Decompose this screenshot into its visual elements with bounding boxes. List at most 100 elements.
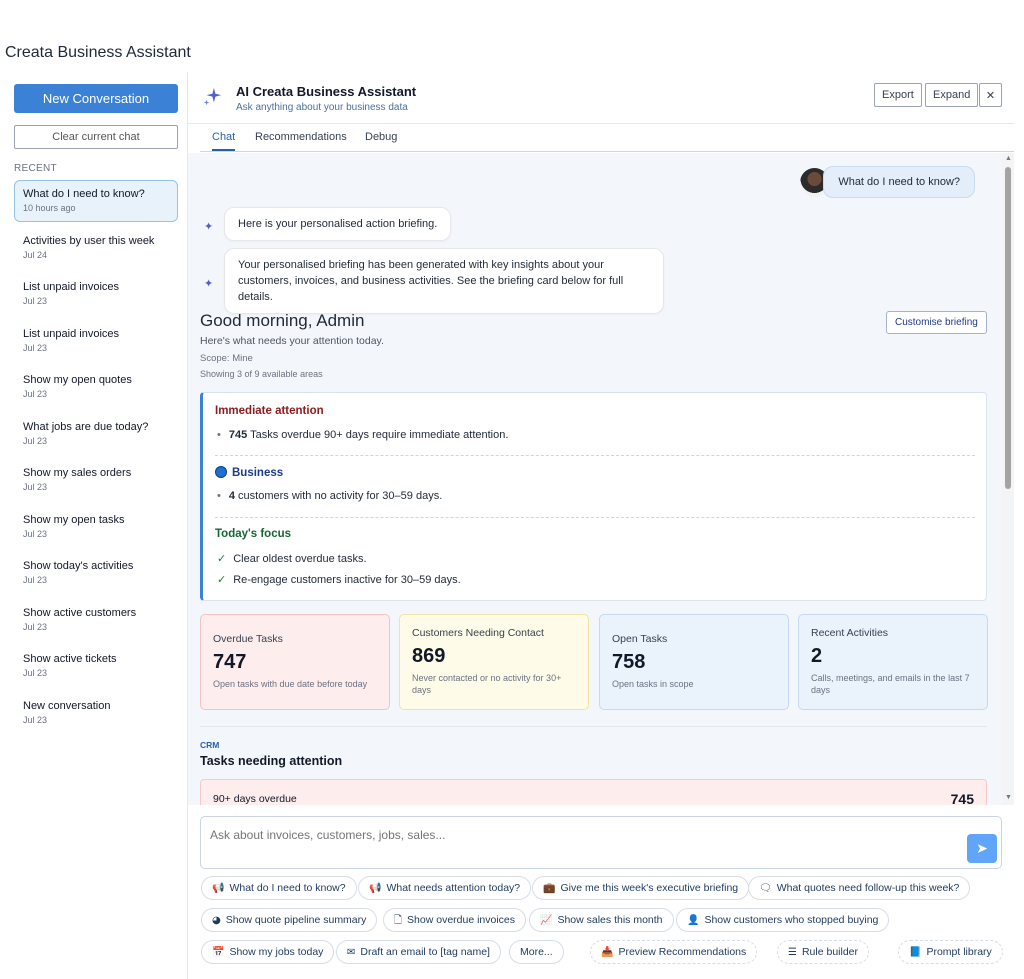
kpi-card-recent-activities[interactable]: Recent Activities 2 Calls, meetings, and… [798,614,988,710]
conversation-item[interactable]: Show my open tasks Jul 23 [14,506,178,553]
scroll-thumb[interactable] [1005,167,1011,489]
kpi-value: 747 [213,651,247,673]
conversation-title: Show today's activities [23,560,134,572]
sidebar: New Conversation Clear current chat RECE… [0,72,188,979]
conversation-item[interactable]: What do I need to know? 10 hours ago [14,180,178,222]
conversation-title: List unpaid invoices [23,327,120,340]
sparkle-icon: ✦ [204,221,214,233]
focus-item-text: Clear oldest overdue tasks. [233,553,367,565]
conversation-item[interactable]: Show active customers Jul 23 [14,599,178,646]
conversation-item[interactable]: What jobs are due today? Jul 23 [14,413,178,460]
conversation-date: 10 hours ago [23,203,76,213]
expand-button[interactable]: Expand [925,83,979,107]
panel-title: AI Creata Business Assistant [236,84,417,99]
conversation-title: List unpaid invoices [23,281,120,293]
conversation-title: What do I need to know? [23,188,145,200]
conversation-item[interactable]: New conversation Jul 23 [14,692,178,739]
sliders-icon: ☰ [788,947,797,958]
business-heading-label: Business [232,467,284,479]
immediate-attention-item: • 745 Tasks overdue 90+ days require imme… [217,429,509,441]
tab-recommendations[interactable]: Recommendations [255,131,347,143]
conversation-title: New conversation [23,699,111,712]
conversation-title: Show my open quotes [23,374,132,386]
conversation-item[interactable]: Show active tickets Jul 23 [14,645,178,692]
focus-item: ✓ Clear oldest overdue tasks. [217,552,367,565]
panel-header: AI Creata Business Assistant Ask anythin… [188,72,1014,124]
conversation-item[interactable]: Show today's activities Jul 23 [14,552,178,599]
chat-bubbles-icon: 🗨 [759,883,772,894]
conversation-date: Jul 23 [23,621,48,632]
kpi-card-overdue-tasks[interactable]: Overdue Tasks 747 Open tasks with due da… [200,614,390,710]
conversation-item[interactable]: Show my sales orders Jul 23 [14,459,178,506]
panel-subtitle: Ask anything about your business data [236,102,408,113]
chip-label: Show sales this month [557,914,663,926]
assistant-message-line: Your personalised briefing has been gene… [238,259,604,271]
rule-builder-button[interactable]: ☰ Rule builder [777,940,870,964]
conversation-date: Jul 23 [23,342,48,353]
conversation-item[interactable]: List unpaid invoices Jul 23 [14,320,178,367]
export-button[interactable]: Export [874,83,922,107]
chip-label: What quotes need follow-up this week? [776,882,960,894]
crm-section-title: Tasks needing attention [200,754,343,768]
envelope-icon: ✉ [347,947,356,958]
immediate-count: 745 [228,429,248,441]
conversation-date: Jul 24 [23,249,48,260]
conversation-title: Show active customers [23,606,137,619]
check-icon: ✓ [217,553,227,565]
inbox-icon: 📥 [601,947,614,958]
megaphone-icon: 📢 [212,883,225,894]
kpi-label: Open Tasks [612,633,668,645]
conversation-item[interactable]: Show my open quotes Jul 23 [14,366,178,413]
preview-recommendations-button[interactable]: 📥 Preview Recommendations [590,940,758,964]
briefing-subtitle: Here's what needs your attention today. [200,335,384,347]
chat-scrollbar[interactable]: ▲ ▼ [1002,153,1014,805]
new-conversation-button[interactable]: New Conversation [14,84,178,113]
user-remove-icon: 👤 [687,915,700,926]
close-icon[interactable]: ✕ [979,83,1002,107]
kpi-card-customers-needing-contact[interactable]: Customers Needing Contact 869 Never cont… [399,614,589,710]
conversation-title: Show my sales orders [23,467,132,479]
more-suggestions-button[interactable]: More... [509,940,564,964]
business-dot-icon [215,466,227,478]
conversation-date: Jul 23 [23,389,48,399]
conversation-item[interactable]: Activities by user this week Jul 24 [14,227,178,274]
suggestion-chip[interactable]: 📅 Show my jobs today [201,940,335,964]
suggestion-chip[interactable]: 💼 Give me this week's executive briefing [532,876,750,900]
suggestion-chip[interactable]: 📈 Show sales this month [529,908,674,932]
megaphone-icon: 📢 [369,883,382,894]
suggestion-chip[interactable]: ◕ Show quote pipeline summary [201,908,378,932]
business-text: customers with no activity for 30–59 day… [234,490,443,502]
chip-label: Rule builder [801,946,859,958]
suggestion-chip[interactable]: 📢 What do I need to know? [201,876,357,900]
overdue-row-label: 90+ days overdue [213,793,297,805]
suggestion-chip[interactable]: 🗋 Show overdue invoices [383,908,527,932]
focus-item: ✓ Re-engage customers inactive for 30–59 … [217,573,461,586]
divider [200,726,987,727]
kpi-description: Never contacted or no activity for 30+ d… [412,673,562,695]
kpi-value: 2 [811,645,823,667]
message-input[interactable] [210,826,950,844]
tab-chat[interactable]: Chat [212,131,236,151]
customise-briefing-button[interactable]: Customise briefing [886,311,987,334]
clear-chat-button[interactable]: Clear current chat [14,125,178,149]
kpi-card-open-tasks[interactable]: Open Tasks 758 Open tasks in scope [599,614,789,710]
suggestion-chip[interactable]: ✉ Draft an email to [tag name] [336,940,501,964]
scroll-up-icon[interactable]: ▲ [1005,155,1012,162]
kpi-description: Calls, meetings, and emails in the last … [811,673,970,695]
scroll-down-icon[interactable]: ▼ [1005,794,1012,801]
tab-debug[interactable]: Debug [365,131,397,143]
suggestion-chip[interactable]: 📢 What needs attention today? [358,876,532,900]
conversation-date: Jul 23 [23,435,48,446]
conversation-item[interactable]: List unpaid invoices Jul 23 [14,273,178,320]
chip-label: What needs attention today? [386,882,521,894]
conversation-title: What jobs are due today? [23,420,149,433]
conversation-date: Jul 23 [23,668,48,678]
prompt-library-button[interactable]: 📘 Prompt library [898,940,1003,964]
suggestion-chip[interactable]: 👤 Show customers who stopped buying [676,908,890,932]
send-icon[interactable]: ➤ [967,834,997,863]
overdue-row[interactable]: 90+ days overdue 745 [200,779,987,805]
chat-area: What do I need to know? ✦ Here is your p… [188,153,1002,805]
assistant-message-line: customers, invoices, and business activi… [238,275,624,303]
briefing-showing: Showing 3 of 9 available areas [200,369,323,379]
suggestion-chip[interactable]: 🗨 What quotes need follow-up this week? [748,876,971,900]
